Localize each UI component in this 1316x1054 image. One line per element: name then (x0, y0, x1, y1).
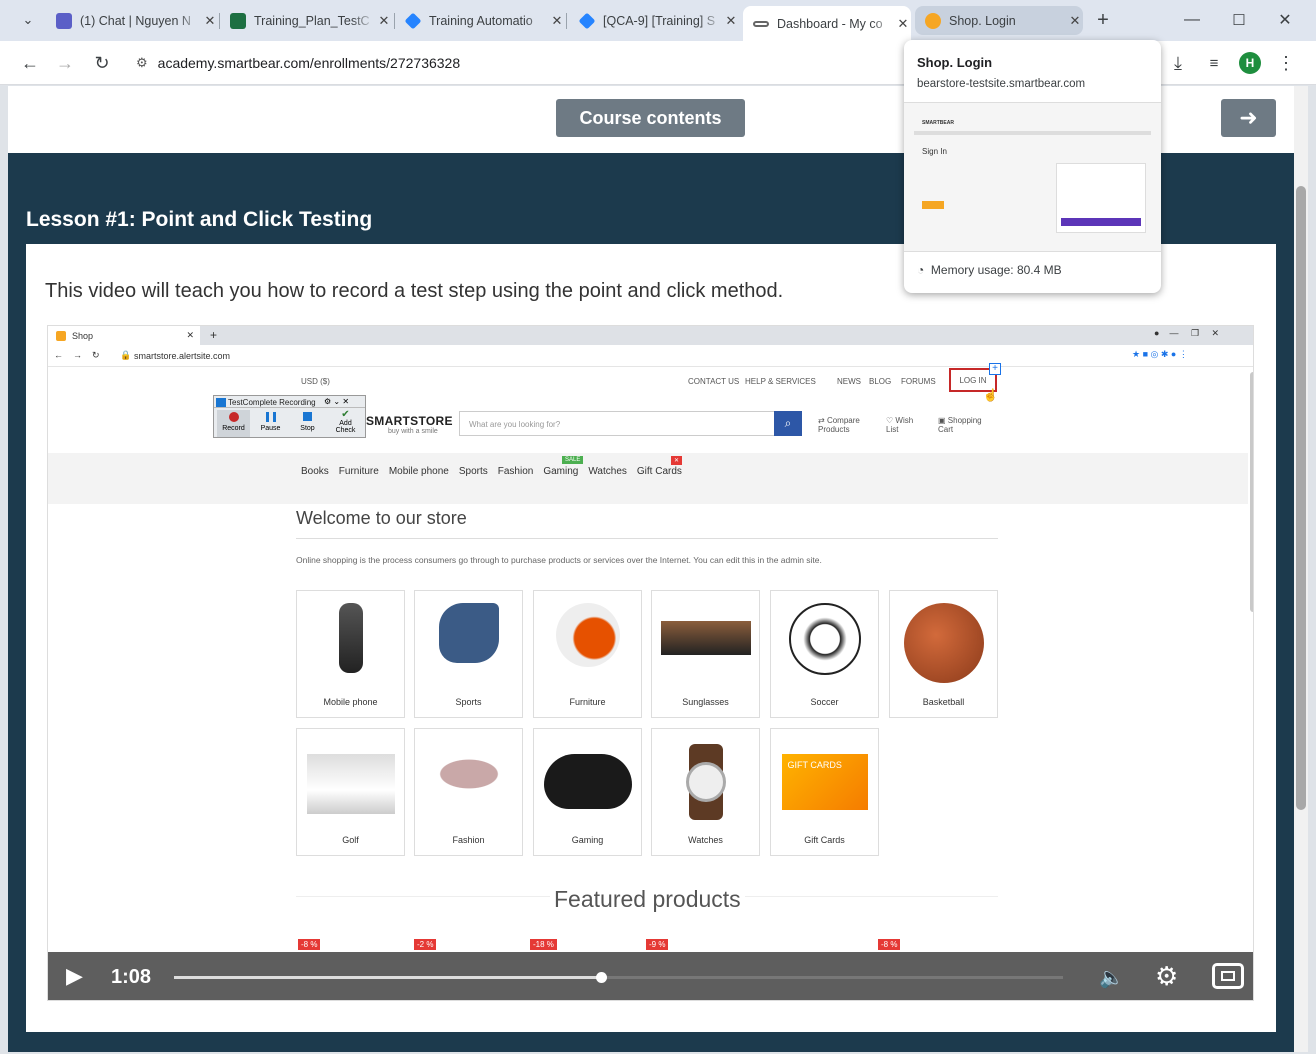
play-icon[interactable]: ▶ (66, 963, 83, 989)
lesson-title: Lesson #1: Point and Click Testing (26, 208, 373, 231)
video-nav-strip (48, 453, 1248, 504)
category-golf: Golf (296, 728, 405, 856)
shop-icon (925, 12, 941, 29)
fullscreen-icon[interactable] (1212, 963, 1244, 989)
lesson-card: This video will teach you how to record … (26, 244, 1276, 1032)
smartbear-icon (753, 20, 769, 27)
download-icon[interactable]: ⤓ (1164, 49, 1192, 77)
site-info-icon[interactable]: ⚙ (136, 55, 148, 71)
address-text: academy.smartbear.com/enrollments/272736… (157, 55, 461, 71)
tab-qca-9[interactable]: [QCA-9] [Training] S ✕ (571, 6, 739, 35)
video-time: 1:08 (111, 966, 152, 988)
maximize-button[interactable]: ☐ (1225, 6, 1253, 34)
close-icon[interactable]: ✕ (723, 13, 739, 29)
category-fashion: Fashion (414, 728, 523, 856)
memory-usage: ◔ Memory usage: 80.4 MB (917, 263, 1062, 277)
profile-avatar[interactable]: H (1236, 49, 1264, 77)
category-mobile-phone: Mobile phone (296, 590, 405, 718)
video-category-nav: Books Furniture Mobile phone Sports Fashion G… (301, 466, 682, 477)
minimize-button[interactable]: — (1178, 6, 1206, 34)
reload-button[interactable]: ↻ (88, 49, 116, 77)
teams-icon (56, 12, 72, 29)
tab-shop-login[interactable]: Shop. Login ✕ (915, 6, 1083, 35)
category-sunglasses: Sunglasses (651, 590, 760, 718)
category-soccer: Soccer (770, 590, 879, 718)
hover-card-title: Shop. Login (917, 55, 993, 70)
tab-search-chevron-icon[interactable]: ⌄ (14, 6, 42, 34)
tab-training-plan[interactable]: Training_Plan_TestC ✕ (222, 6, 392, 35)
address-bar[interactable]: ⚙ academy.smartbear.com/enrollments/2727… (128, 48, 918, 78)
jira-icon (578, 12, 596, 29)
video-browser-address: ← → ↻ 🔒 smartstore.alertsite.com ★ ■ ◎ ✱… (48, 345, 1253, 367)
category-gift-cards: GIFT CARDS Gift Cards (770, 728, 879, 856)
category-furniture: Furniture (533, 590, 642, 718)
video-player[interactable]: Shop ✕ + ● — ❐ ✕ ← → ↻ 🔒 smartstore.aler… (47, 325, 1254, 1001)
hover-card-preview: SMARTBEAR Sign In (904, 102, 1161, 252)
volume-icon[interactable]: 🔈 (1099, 965, 1124, 990)
speedometer-icon: ◔ (917, 263, 925, 277)
category-gaming: Gaming (533, 728, 642, 856)
video-progress-knob[interactable] (595, 972, 607, 983)
close-window-button[interactable]: ✕ (1271, 6, 1299, 34)
media-control-icon[interactable]: ≡ (1200, 49, 1228, 77)
video-progress-fill (174, 976, 601, 979)
tab-dashboard[interactable]: Dashboard - My co ✕ (743, 6, 911, 41)
testcomplete-recorder: TestComplete Recording ⚙ ⌄ ✕ Record Paus… (213, 395, 366, 438)
new-tab-button[interactable]: + (1089, 6, 1117, 34)
tab-strip: ⌄ (1) Chat | Nguyen N ✕ Training_Plan_Te… (0, 0, 1316, 41)
tab-training-automation[interactable]: Training Automatio ✕ (397, 6, 565, 35)
close-icon[interactable]: ✕ (549, 13, 565, 29)
hover-card-url: bearstore-testsite.smartbear.com (917, 78, 1086, 90)
video-frame: USD ($) CONTACT US HELP & SERVICES NEWS … (48, 363, 1253, 1000)
video-progress-bar[interactable] (174, 972, 1063, 983)
search-icon: ⌕ (774, 411, 802, 436)
next-lesson-button[interactable]: ➜ (1221, 99, 1276, 137)
course-contents-button[interactable]: Course contents (556, 99, 745, 137)
video-browser-tabs: Shop ✕ + ● — ❐ ✕ (48, 326, 1253, 345)
lesson-description: This video will teach you how to record … (45, 280, 784, 302)
back-button[interactable]: ← (16, 49, 44, 77)
forward-button[interactable]: → (51, 49, 79, 77)
page-scrollbar-thumb[interactable] (1296, 186, 1306, 810)
shop-icon (56, 330, 66, 341)
settings-icon[interactable]: ⚙ (1155, 961, 1178, 992)
tab-hover-card: Shop. Login bearstore-testsite.smartbear… (904, 40, 1161, 293)
category-watches: Watches (651, 728, 760, 856)
close-icon[interactable]: ✕ (202, 13, 218, 29)
tab-teams-chat[interactable]: (1) Chat | Nguyen N ✕ (48, 6, 218, 35)
close-icon[interactable]: ✕ (376, 13, 392, 29)
menu-icon[interactable]: ⋮ (1272, 49, 1300, 77)
video-controls: ▶ 1:08 🔈 ⚙ (48, 952, 1253, 1000)
close-icon[interactable]: ✕ (895, 16, 911, 32)
category-sports: Sports (414, 590, 523, 718)
jira-icon (404, 12, 422, 29)
excel-icon (230, 12, 246, 29)
close-icon[interactable]: ✕ (1067, 13, 1083, 29)
category-basketball: Basketball (889, 590, 998, 718)
